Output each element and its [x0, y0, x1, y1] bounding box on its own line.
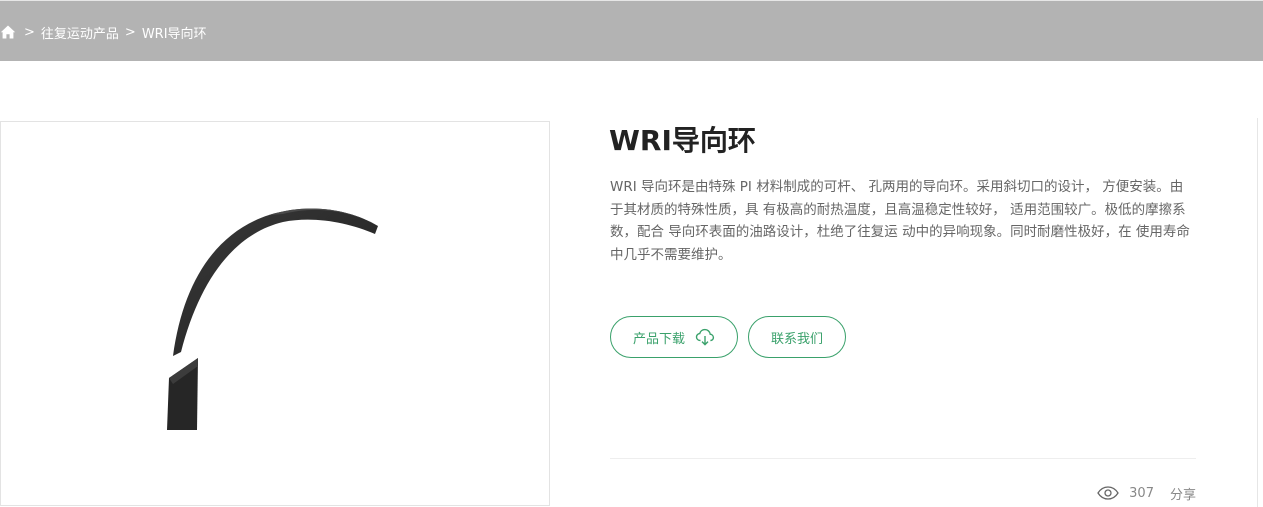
breadcrumb-item-category[interactable]: 往复运动产品 — [41, 23, 119, 42]
home-icon[interactable] — [0, 23, 18, 41]
divider — [610, 458, 1196, 459]
view-count: 307 — [1129, 485, 1154, 501]
breadcrumb-separator: > — [24, 24, 35, 40]
breadcrumb: > 往复运动产品 > WRI导向环 — [0, 21, 207, 43]
download-button[interactable]: 产品下载 — [610, 316, 738, 358]
cloud-download-icon — [695, 328, 715, 346]
breadcrumb-separator: > — [124, 24, 136, 40]
contact-button[interactable]: 联系我们 — [748, 316, 846, 358]
product-description: WRI 导向环是由特殊 PI 材料制成的可杆、 孔两用的导向环。采用斜切口的设计… — [610, 179, 1190, 263]
top-banner: > 往复运动产品 > WRI导向环 — [0, 0, 1263, 61]
share-link[interactable]: 分享 — [1170, 484, 1196, 503]
product-stats: 307 分享 — [1097, 483, 1196, 503]
contact-button-label: 联系我们 — [770, 331, 823, 347]
eye-icon — [1097, 486, 1119, 500]
breadcrumb-item-current[interactable]: WRI导向环 — [142, 23, 207, 42]
product-title: WRI导向环 — [609, 124, 756, 157]
product-image — [0, 121, 550, 506]
content-border — [1257, 118, 1258, 507]
download-button-label: 产品下载 — [632, 331, 685, 347]
